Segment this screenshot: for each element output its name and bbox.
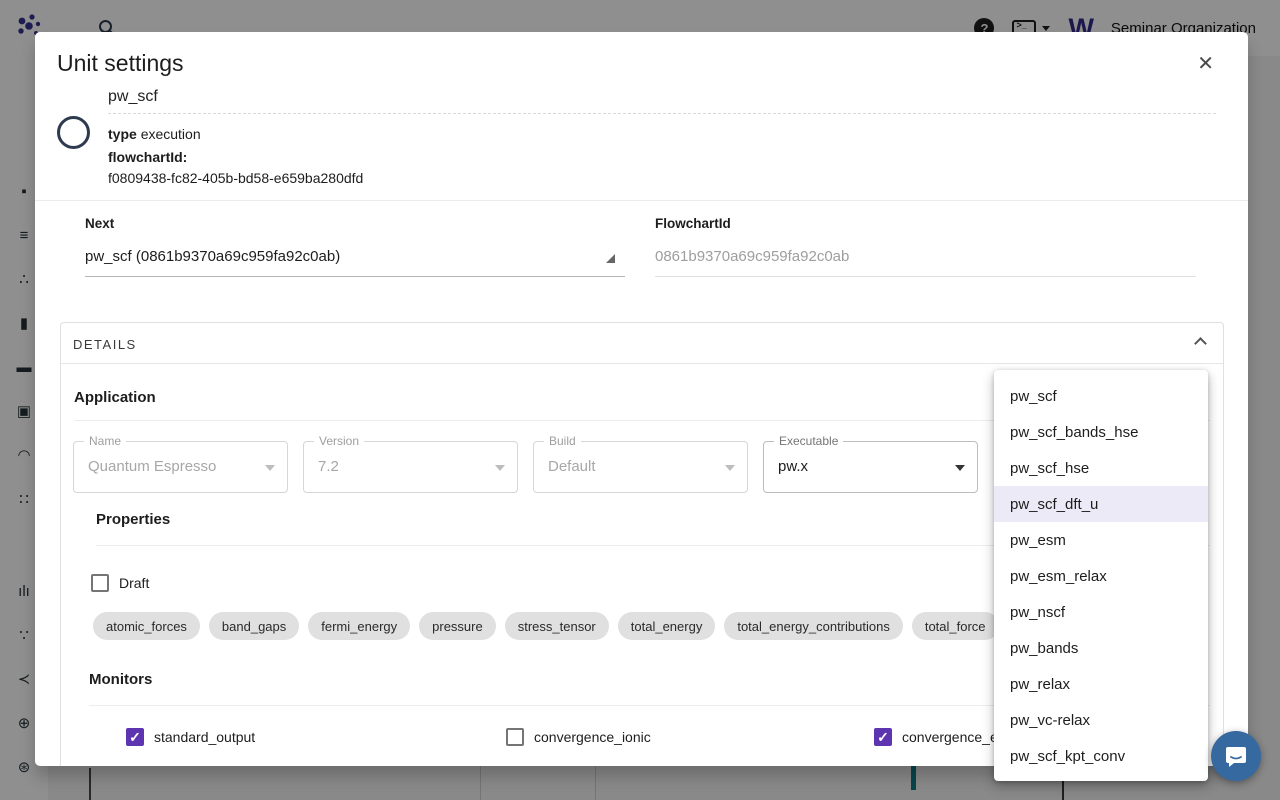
- property-chip[interactable]: pressure: [419, 612, 496, 640]
- property-chip[interactable]: atomic_forces: [93, 612, 200, 640]
- dashed-separator: [108, 113, 1216, 114]
- version-select: Version 7.2: [303, 441, 518, 493]
- dropdown-option-selected[interactable]: pw_scf_dft_u: [994, 486, 1208, 522]
- name-select: Name Quantum Espresso: [73, 441, 288, 493]
- property-chips: atomic_forces band_gaps fermi_energy pre…: [93, 611, 1074, 641]
- caret-down-icon: [495, 465, 505, 471]
- name-select-label: Name: [84, 434, 126, 448]
- dropdown-option[interactable]: pw_esm_relax: [994, 558, 1208, 594]
- flowchart-id-label: flowchartId:: [108, 149, 187, 165]
- version-select-value: 7.2: [318, 458, 339, 475]
- header-separator: [35, 200, 1248, 201]
- dropdown-option[interactable]: pw_scf: [994, 378, 1208, 414]
- standard-output-checkbox[interactable]: ✓: [126, 728, 144, 746]
- screen: ? W Seminar Organization ▪ ≡ ∴ ▮ ▬ ▣ ◠ ∷…: [0, 0, 1280, 800]
- dropdown-option[interactable]: pw_relax: [994, 666, 1208, 702]
- dropdown-option[interactable]: pw_nscf: [994, 594, 1208, 630]
- caret-down-icon: [725, 465, 735, 471]
- convergence-electronic-checkbox[interactable]: ✓: [874, 728, 892, 746]
- chat-launcher-button[interactable]: [1211, 731, 1261, 781]
- build-select-label: Build: [544, 434, 581, 448]
- type-label: type: [108, 126, 137, 142]
- details-header[interactable]: DETAILS: [61, 323, 1223, 364]
- build-select-value: Default: [548, 458, 596, 475]
- build-select: Build Default: [533, 441, 748, 493]
- caret-down-icon: [955, 465, 965, 471]
- chevron-up-icon[interactable]: [1194, 337, 1207, 350]
- details-header-label: DETAILS: [73, 337, 137, 352]
- monitor-label: standard_output: [154, 729, 255, 745]
- version-select-label: Version: [314, 434, 364, 448]
- monitor-row[interactable]: ✓ standard_output: [126, 728, 255, 746]
- property-chip[interactable]: total_energy: [618, 612, 716, 640]
- unit-type-line: type execution: [108, 126, 201, 142]
- flowchart-id-label-line: flowchartId:: [108, 149, 187, 165]
- dropdown-option[interactable]: pw_bands: [994, 630, 1208, 666]
- executable-select-value: pw.x: [778, 458, 808, 475]
- draft-checkbox-row[interactable]: Draft: [91, 574, 149, 592]
- dropdown-option[interactable]: pw_scf_hse: [994, 450, 1208, 486]
- monitor-row[interactable]: convergence_ionic: [506, 728, 651, 746]
- executable-select-label: Executable: [774, 434, 843, 448]
- flowchartid-input: FlowchartId 0861b9370a69c959fa92c0ab: [655, 216, 1196, 277]
- flowchartid-label: FlowchartId: [655, 216, 1196, 231]
- draft-label: Draft: [119, 575, 149, 591]
- application-section-title: Application: [74, 389, 156, 406]
- flowchart-id-value: f0809438-fc82-405b-bd58-e659ba280dfd: [108, 170, 363, 186]
- dropdown-option[interactable]: pw_vc-relax: [994, 702, 1208, 738]
- name-select-value: Quantum Espresso: [88, 458, 216, 475]
- unit-name[interactable]: pw_scf: [108, 88, 158, 106]
- next-underline: [85, 276, 625, 277]
- properties-section-title: Properties: [96, 511, 170, 528]
- caret-down-icon: [265, 465, 275, 471]
- executable-select[interactable]: Executable pw.x: [763, 441, 978, 493]
- flowchartid-value: 0861b9370a69c959fa92c0ab: [655, 248, 1196, 265]
- next-label: Next: [85, 216, 625, 231]
- close-icon[interactable]: ✕: [1197, 54, 1214, 74]
- flowchartid-underline: [655, 276, 1196, 277]
- monitors-section-title: Monitors: [89, 671, 152, 688]
- convergence-ionic-checkbox[interactable]: [506, 728, 524, 746]
- next-value[interactable]: pw_scf (0861b9370a69c959fa92c0ab): [85, 248, 625, 265]
- type-value: execution: [141, 126, 201, 142]
- flavor-dropdown-menu: pw_scf pw_scf_bands_hse pw_scf_hse pw_sc…: [994, 370, 1208, 781]
- select-caret-icon: [606, 254, 615, 263]
- property-chip[interactable]: fermi_energy: [308, 612, 410, 640]
- draft-checkbox[interactable]: [91, 574, 109, 592]
- unit-node-icon: [57, 116, 90, 149]
- dropdown-option[interactable]: pw_scf_kpt_conv: [994, 738, 1208, 774]
- property-chip[interactable]: total_energy_contributions: [724, 612, 903, 640]
- property-chip[interactable]: band_gaps: [209, 612, 299, 640]
- dropdown-option[interactable]: pw_scf_bands_hse: [994, 414, 1208, 450]
- monitor-label: convergence_ionic: [534, 729, 651, 745]
- next-select[interactable]: Next pw_scf (0861b9370a69c959fa92c0ab): [85, 216, 625, 277]
- dialog-title: Unit settings: [57, 50, 184, 77]
- property-chip[interactable]: total_force: [912, 612, 999, 640]
- property-chip[interactable]: stress_tensor: [505, 612, 609, 640]
- dropdown-option[interactable]: pw_esm: [994, 522, 1208, 558]
- chat-icon: [1224, 744, 1248, 768]
